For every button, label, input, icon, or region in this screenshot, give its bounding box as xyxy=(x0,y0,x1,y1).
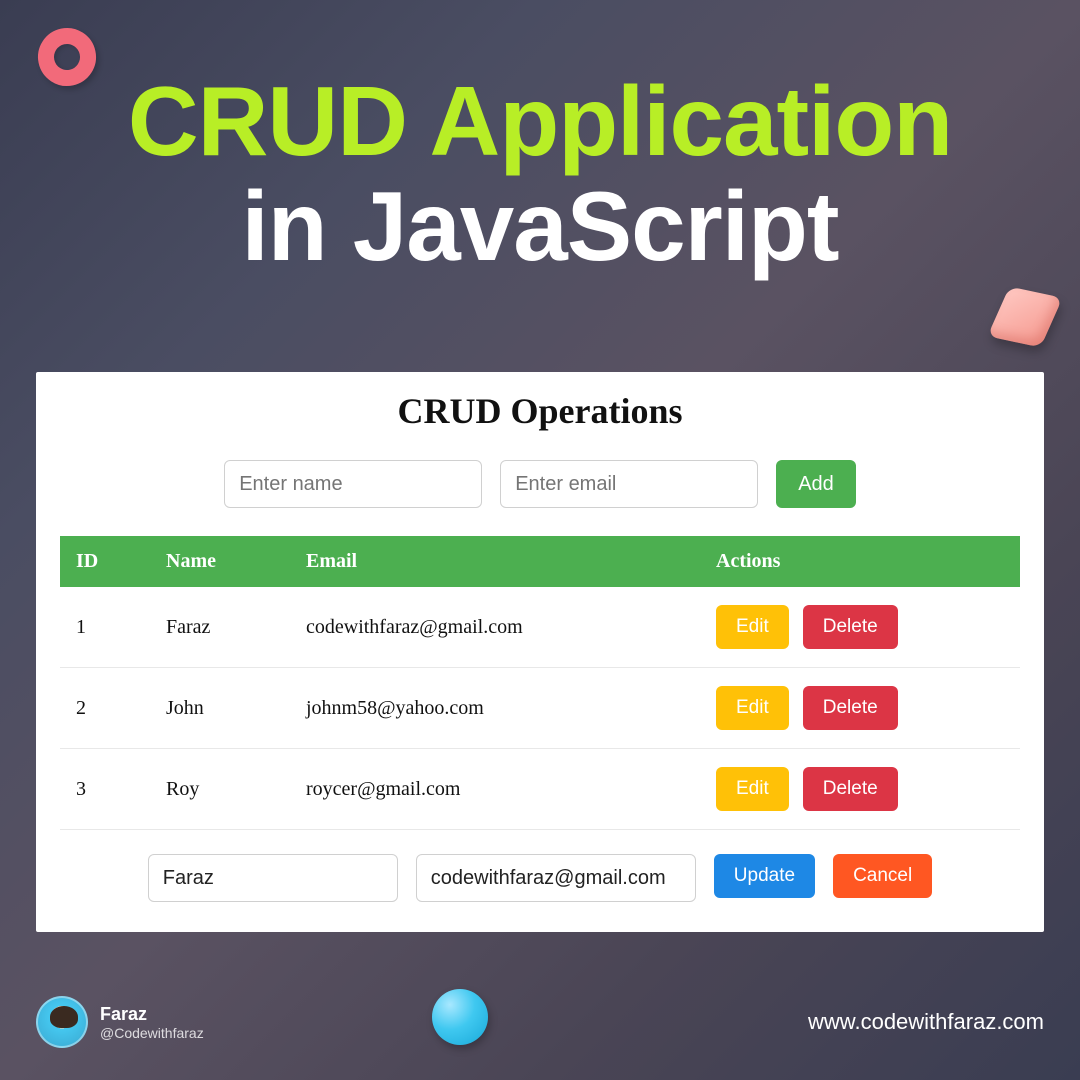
cancel-button[interactable]: Cancel xyxy=(833,854,932,898)
table-row: 3 Roy roycer@gmail.com Edit Delete xyxy=(60,749,1020,830)
delete-button[interactable]: Delete xyxy=(803,605,898,649)
col-actions: Actions xyxy=(700,536,1020,587)
cell-email: codewithfaraz@gmail.com xyxy=(290,587,700,668)
author-profile: Faraz @Codewithfaraz xyxy=(36,996,204,1048)
card-title: CRUD Operations xyxy=(60,390,1020,432)
avatar xyxy=(36,996,88,1048)
edit-button[interactable]: Edit xyxy=(716,605,789,649)
author-handle: @Codewithfaraz xyxy=(100,1025,204,1041)
site-url: www.codewithfaraz.com xyxy=(808,1009,1044,1035)
cell-id: 1 xyxy=(60,587,150,668)
cell-actions: Edit Delete xyxy=(700,749,1020,830)
cell-actions: Edit Delete xyxy=(700,587,1020,668)
col-email: Email xyxy=(290,536,700,587)
table-row: 1 Faraz codewithfaraz@gmail.com Edit Del… xyxy=(60,587,1020,668)
cell-name: Faraz xyxy=(150,587,290,668)
hero-title: CRUD Application in JavaScript xyxy=(0,0,1080,278)
table-row: 2 John johnm58@yahoo.com Edit Delete xyxy=(60,668,1020,749)
edit-email-input[interactable] xyxy=(416,854,696,902)
decoration-cube xyxy=(987,287,1062,348)
edit-form: Update Cancel xyxy=(60,854,1020,902)
hero-line-2: in JavaScript xyxy=(0,175,1080,278)
delete-button[interactable]: Delete xyxy=(803,686,898,730)
table-header-row: ID Name Email Actions xyxy=(60,536,1020,587)
cell-name: Roy xyxy=(150,749,290,830)
delete-button[interactable]: Delete xyxy=(803,767,898,811)
email-input[interactable] xyxy=(500,460,758,508)
footer: Faraz @Codewithfaraz www.codewithfaraz.c… xyxy=(36,996,1044,1048)
hero-line-1: CRUD Application xyxy=(0,70,1080,173)
col-name: Name xyxy=(150,536,290,587)
cell-name: John xyxy=(150,668,290,749)
cell-email: roycer@gmail.com xyxy=(290,749,700,830)
col-id: ID xyxy=(60,536,150,587)
data-table: ID Name Email Actions 1 Faraz codewithfa… xyxy=(60,536,1020,830)
update-button[interactable]: Update xyxy=(714,854,815,898)
cell-actions: Edit Delete xyxy=(700,668,1020,749)
cell-id: 2 xyxy=(60,668,150,749)
edit-button[interactable]: Edit xyxy=(716,767,789,811)
cell-id: 3 xyxy=(60,749,150,830)
author-name: Faraz xyxy=(100,1004,204,1025)
edit-button[interactable]: Edit xyxy=(716,686,789,730)
name-input[interactable] xyxy=(224,460,482,508)
add-form: Add xyxy=(60,460,1020,508)
add-button[interactable]: Add xyxy=(776,460,856,508)
cell-email: johnm58@yahoo.com xyxy=(290,668,700,749)
edit-name-input[interactable] xyxy=(148,854,398,902)
demo-card: CRUD Operations Add ID Name Email Action… xyxy=(36,372,1044,932)
